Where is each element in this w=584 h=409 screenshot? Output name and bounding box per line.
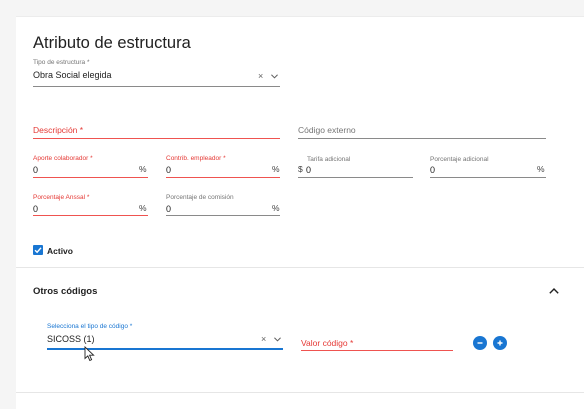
contrib-empleador-label: Contrib. empleador * (166, 155, 226, 162)
clear-icon[interactable]: × (261, 335, 266, 344)
otros-codigos-title: Otros códigos (33, 286, 98, 297)
descripcion-input[interactable] (33, 138, 280, 139)
aporte-colaborador-input[interactable]: 0 (33, 165, 38, 175)
tipo-codigo-value[interactable]: SICOSS (1) (47, 334, 95, 344)
minus-icon (477, 342, 483, 344)
add-code-button[interactable] (493, 336, 507, 350)
activo-label: Activo (47, 246, 73, 256)
aporte-colaborador-suffix: % (139, 164, 147, 174)
chevron-down-icon[interactable] (271, 74, 278, 79)
porcentaje-adicional-input[interactable]: 0 (430, 165, 435, 175)
section-divider (16, 267, 584, 268)
valor-codigo-input[interactable] (301, 350, 453, 351)
check-icon (34, 247, 42, 254)
mouse-cursor-icon (84, 346, 95, 362)
porcentaje-adicional-underline (430, 177, 546, 178)
tipo-codigo-label: Selecciona el tipo de código * (47, 323, 133, 330)
tipo-estructura-value[interactable]: Obra Social elegida (33, 70, 112, 80)
porcentaje-comision-label: Porcentaje de comisión (166, 194, 234, 201)
aporte-colaborador-label: Aporte colaborador * (33, 155, 93, 162)
valor-codigo-label: Valor código * (301, 338, 354, 348)
activo-checkbox[interactable] (33, 245, 43, 255)
tarifa-adicional-underline (298, 177, 413, 178)
tipo-codigo-underline (47, 348, 283, 350)
bottom-divider (16, 392, 584, 393)
contrib-empleador-suffix: % (272, 164, 280, 174)
aporte-colaborador-underline (33, 177, 148, 178)
page-title: Atributo de estructura (33, 34, 191, 52)
porcentaje-comision-input[interactable]: 0 (166, 204, 171, 214)
chevron-up-icon[interactable] (549, 288, 559, 294)
remove-code-button[interactable] (473, 336, 487, 350)
contrib-empleador-underline (166, 177, 280, 178)
porcentaje-comision-suffix: % (272, 203, 280, 213)
codigo-externo-input[interactable] (298, 138, 546, 139)
porcentaje-anssal-label: Porcentaje Anssal * (33, 194, 90, 201)
tarifa-adicional-input[interactable]: 0 (306, 165, 311, 175)
codigo-externo-label: Código externo (298, 125, 356, 135)
porcentaje-anssal-input[interactable]: 0 (33, 204, 38, 214)
porcentaje-adicional-label: Porcentaje adicional (430, 156, 489, 163)
tipo-estructura-underline (33, 86, 280, 87)
tipo-estructura-label: Tipo de estructura * (33, 59, 90, 66)
porcentaje-anssal-suffix: % (139, 203, 147, 213)
attribute-card: Atributo de estructura Tipo de estructur… (16, 16, 584, 409)
tarifa-adicional-label: Tarifa adicional (307, 156, 351, 163)
clear-icon[interactable]: × (258, 72, 263, 81)
chevron-down-icon[interactable] (274, 337, 281, 342)
porcentaje-anssal-underline (33, 215, 148, 216)
porcentaje-comision-underline (166, 215, 280, 216)
tarifa-adicional-prefix: $ (298, 164, 303, 174)
descripcion-label: Descripción * (33, 125, 84, 135)
plus-icon (497, 340, 503, 346)
contrib-empleador-input[interactable]: 0 (166, 165, 171, 175)
porcentaje-adicional-suffix: % (537, 164, 545, 174)
